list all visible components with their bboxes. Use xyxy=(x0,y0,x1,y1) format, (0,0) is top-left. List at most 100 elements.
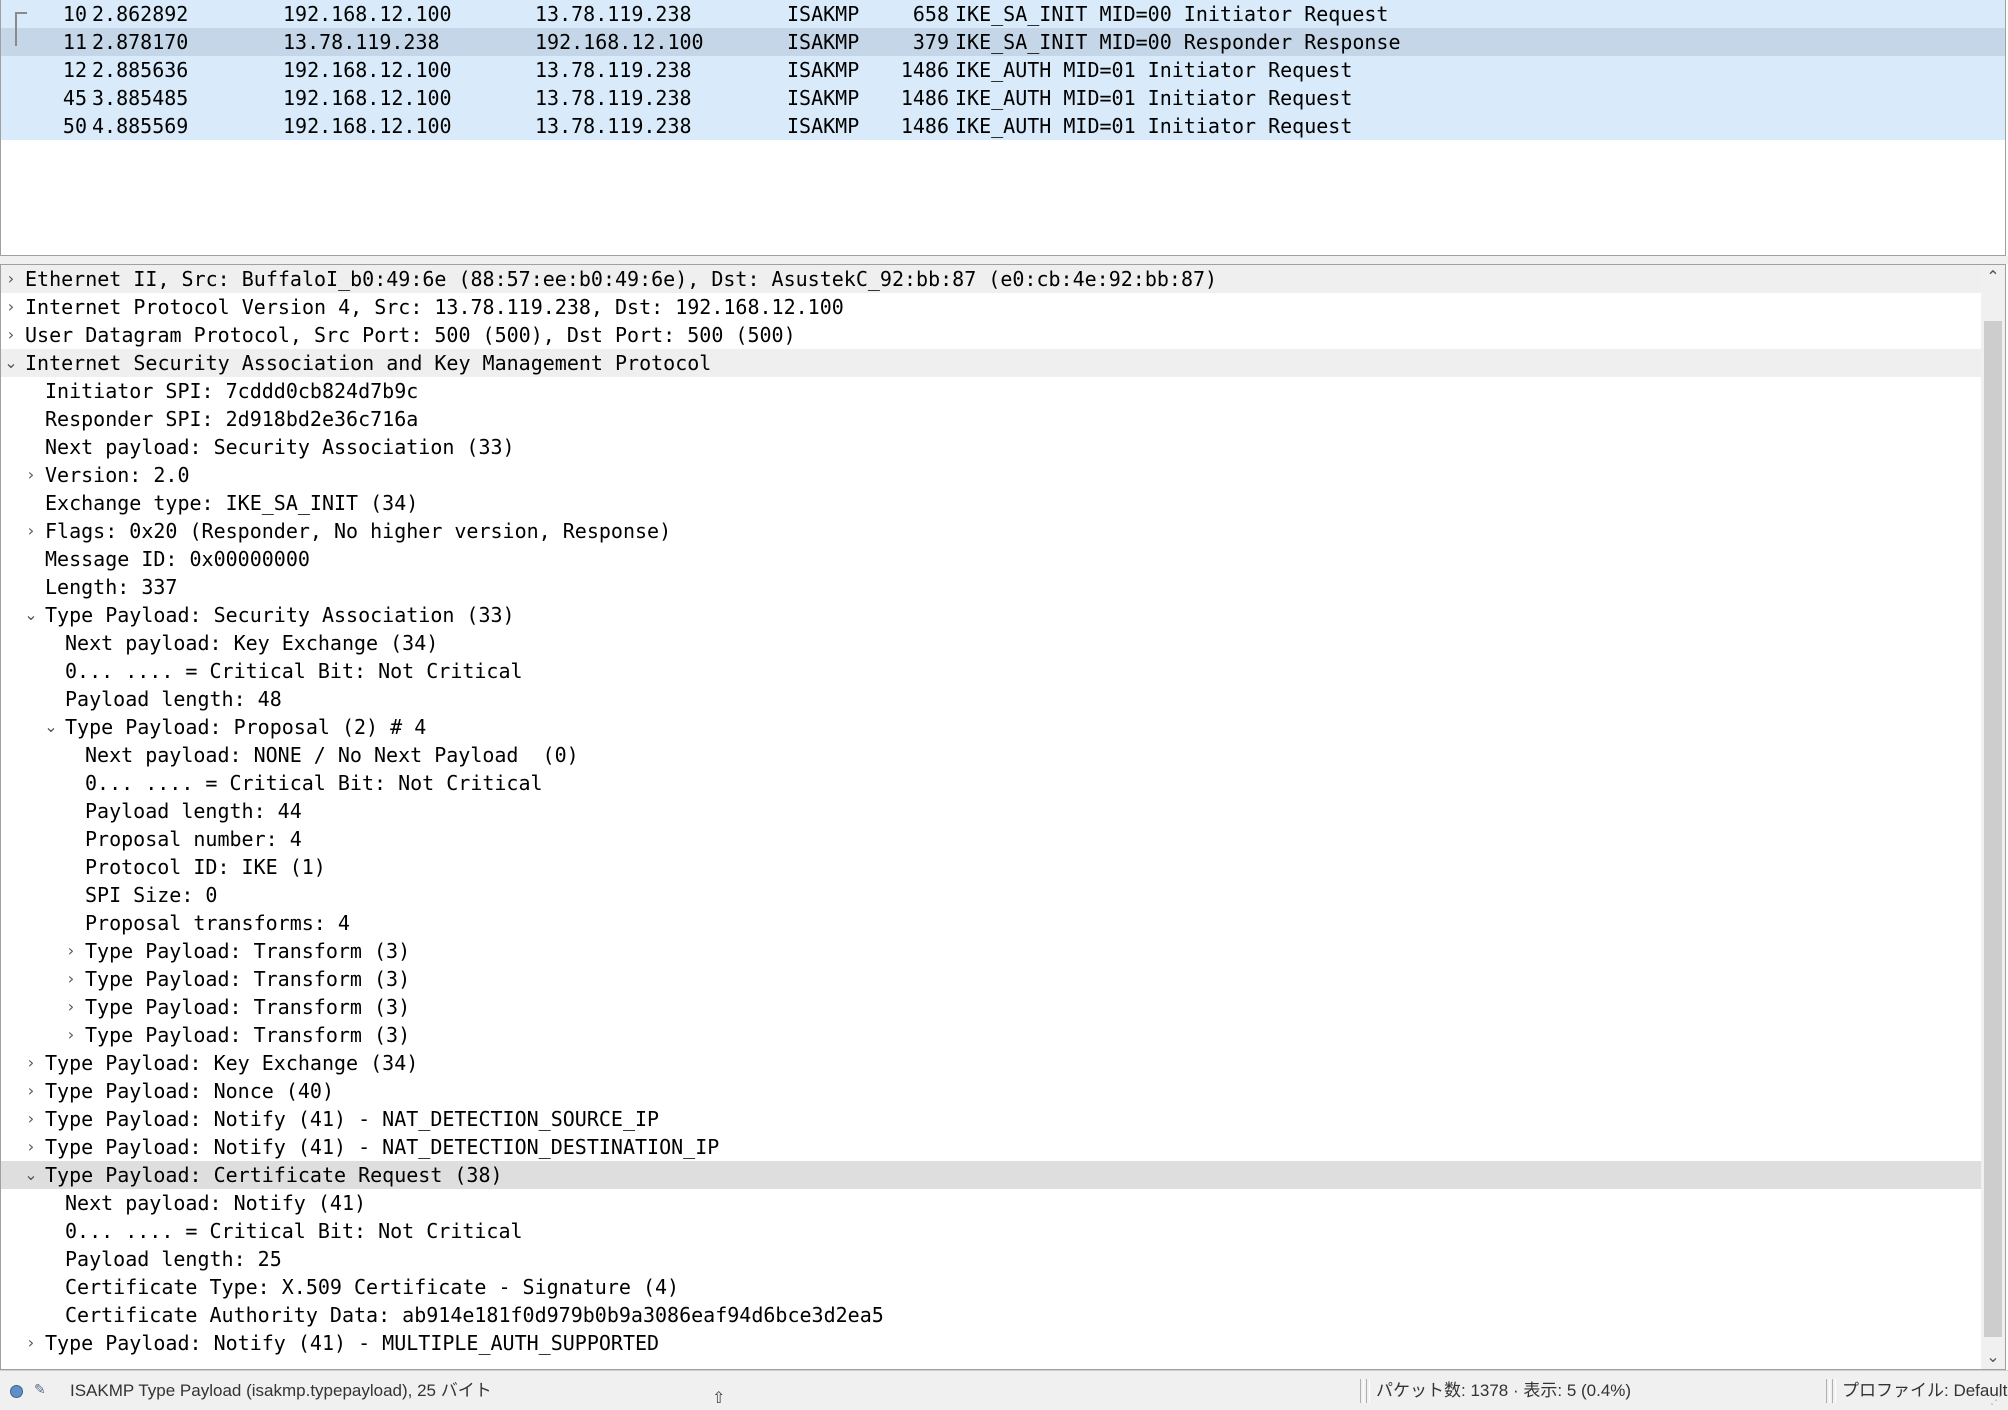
tree-item[interactable]: Certificate Type: X.509 Certificate - Si… xyxy=(1,1273,1981,1301)
chevron-right-icon[interactable]: › xyxy=(62,937,80,965)
chevron-right-icon[interactable]: › xyxy=(22,1049,40,1077)
packet-protocol: ISAKMP xyxy=(787,114,860,138)
tree-item[interactable]: Payload length: 25 xyxy=(1,1245,1981,1273)
tree-item[interactable]: Exchange type: IKE_SA_INIT (34) xyxy=(1,489,1981,517)
edit-comment-icon[interactable]: ✎ xyxy=(34,1380,52,1400)
tree-item-label: Type Payload: Nonce (40) xyxy=(45,1079,334,1103)
expert-info-led-icon[interactable] xyxy=(10,1385,23,1398)
packet-info: IKE_SA_INIT MID=00 Responder Response xyxy=(955,30,1401,54)
tree-item-proposal[interactable]: ⌄ Type Payload: Proposal (2) # 4 xyxy=(1,713,1981,741)
tree-item-isakmp[interactable]: ⌄ Internet Security Association and Key M… xyxy=(1,349,1981,377)
tree-item-label: Next payload: NONE / No Next Payload (0) xyxy=(85,743,579,767)
tree-item-label: Proposal transforms: 4 xyxy=(85,911,350,935)
tree-item[interactable]: Length: 337 xyxy=(1,573,1981,601)
packet-time: 2.885636 xyxy=(92,58,189,82)
tree-item-label: Type Payload: Notify (41) - NAT_DETECTIO… xyxy=(45,1107,660,1131)
chevron-right-icon[interactable]: › xyxy=(62,993,80,1021)
tree-item-transform[interactable]: › Type Payload: Transform (3) xyxy=(1,937,1981,965)
packet-destination: 13.78.119.238 xyxy=(535,114,692,138)
tree-item-label: Type Payload: Transform (3) xyxy=(85,1023,411,1047)
packet-row[interactable]: 12 2.885636 192.168.12.100 13.78.119.238… xyxy=(1,56,2005,84)
tree-item[interactable]: 0... .... = Critical Bit: Not Critical xyxy=(1,769,1981,797)
chevron-right-icon[interactable]: › xyxy=(2,265,20,293)
scrollbar-thumb[interactable] xyxy=(1984,321,2002,1337)
tree-item-notify[interactable]: › Type Payload: Notify (41) - NAT_DETECTI… xyxy=(1,1133,1981,1161)
tree-item-sa-payload[interactable]: ⌄ Type Payload: Security Association (33) xyxy=(1,601,1981,629)
packet-time: 3.885485 xyxy=(92,86,189,110)
tree-item-label: Internet Protocol Version 4, Src: 13.78.… xyxy=(25,295,844,319)
tree-item[interactable]: 0... .... = Critical Bit: Not Critical xyxy=(1,657,1981,685)
tree-item-key-exchange[interactable]: › Type Payload: Key Exchange (34) xyxy=(1,1049,1981,1077)
tree-item-nonce[interactable]: › Type Payload: Nonce (40) xyxy=(1,1077,1981,1105)
resize-grip-icon[interactable]: ⋰ xyxy=(1990,1393,2004,1407)
tree-item-label: Type Payload: Notify (41) - NAT_DETECTIO… xyxy=(45,1135,720,1159)
chevron-right-icon[interactable]: › xyxy=(62,965,80,993)
tree-item[interactable]: Next payload: Notify (41) xyxy=(1,1189,1981,1217)
chevron-down-icon[interactable]: ⌄ xyxy=(42,713,60,741)
tree-item-cert-request-selected[interactable]: ⌄ Type Payload: Certificate Request (38) xyxy=(1,1161,1981,1189)
chevron-right-icon[interactable]: › xyxy=(22,1105,40,1133)
chevron-right-icon[interactable]: › xyxy=(22,461,40,489)
tree-item[interactable]: Payload length: 44 xyxy=(1,797,1981,825)
packet-time: 4.885569 xyxy=(92,114,189,138)
tree-item-notify[interactable]: › Type Payload: Notify (41) - MULTIPLE_AU… xyxy=(1,1329,1981,1357)
status-profile[interactable]: プロファイル: Default xyxy=(1842,1371,2007,1410)
tree-item[interactable]: Next payload: NONE / No Next Payload (0) xyxy=(1,741,1981,769)
status-separator xyxy=(1826,1379,1830,1403)
packet-details-tree[interactable]: › Ethernet II, Src: BuffaloI_b0:49:6e (88… xyxy=(0,264,2006,1370)
packet-row[interactable]: 50 4.885569 192.168.12.100 13.78.119.238… xyxy=(1,112,2005,140)
chevron-down-icon[interactable]: ⌄ xyxy=(22,601,40,629)
chevron-right-icon[interactable]: › xyxy=(22,1329,40,1357)
packet-list[interactable]: 10 2.862892 192.168.12.100 13.78.119.238… xyxy=(0,0,2006,256)
tree-item-transform[interactable]: › Type Payload: Transform (3) xyxy=(1,965,1981,993)
chevron-right-icon[interactable]: › xyxy=(22,1077,40,1105)
scroll-down-arrow-icon[interactable]: ⌄ xyxy=(1981,1345,2005,1369)
tree-item-label: Proposal number: 4 xyxy=(85,827,302,851)
tree-item[interactable]: Proposal transforms: 4 xyxy=(1,909,1981,937)
vertical-scrollbar[interactable]: ⌃ ⌄ xyxy=(1981,265,2005,1369)
chevron-down-icon[interactable]: ⌄ xyxy=(22,1161,40,1189)
chevron-down-icon[interactable]: ⌄ xyxy=(2,349,20,377)
chevron-right-icon[interactable]: › xyxy=(2,321,20,349)
tree-item[interactable]: Responder SPI: 2d918bd2e36c716a xyxy=(1,405,1981,433)
tree-item-flags[interactable]: › Flags: 0x20 (Responder, No higher versi… xyxy=(1,517,1981,545)
tree-item-notify[interactable]: › Type Payload: Notify (41) - NAT_DETECTI… xyxy=(1,1105,1981,1133)
packet-info: IKE_AUTH MID=01 Initiator Request xyxy=(955,114,1353,138)
tree-item-ipv4[interactable]: › Internet Protocol Version 4, Src: 13.78… xyxy=(1,293,1981,321)
tree-item-transform[interactable]: › Type Payload: Transform (3) xyxy=(1,1021,1981,1049)
packet-length: 1486 xyxy=(900,114,949,138)
packet-info: IKE_AUTH MID=01 Initiator Request xyxy=(955,58,1353,82)
packet-source: 192.168.12.100 xyxy=(283,86,452,110)
tree-item[interactable]: Initiator SPI: 7cddd0cb824d7b9c xyxy=(1,377,1981,405)
tree-item[interactable]: SPI Size: 0 xyxy=(1,881,1981,909)
tree-item-label: Type Payload: Key Exchange (34) xyxy=(45,1051,419,1075)
tree-item-udp[interactable]: › User Datagram Protocol, Src Port: 500 (… xyxy=(1,321,1981,349)
tree-item[interactable]: Proposal number: 4 xyxy=(1,825,1981,853)
tree-item-label: Type Payload: Security Association (33) xyxy=(45,603,515,627)
tree-item[interactable]: Message ID: 0x00000000 xyxy=(1,545,1981,573)
pane-splitter[interactable] xyxy=(0,256,2008,264)
tree-item-label: Type Payload: Proposal (2) # 4 xyxy=(65,715,427,739)
tree-item[interactable]: Next payload: Key Exchange (34) xyxy=(1,629,1981,657)
packet-row[interactable]: 10 2.862892 192.168.12.100 13.78.119.238… xyxy=(1,0,2005,28)
tree-item[interactable]: Payload length: 48 xyxy=(1,685,1981,713)
chevron-right-icon[interactable]: › xyxy=(22,1133,40,1161)
tree-item-label: Payload length: 48 xyxy=(65,687,282,711)
tree-item-label: Type Payload: Transform (3) xyxy=(85,967,411,991)
tree-item-transform[interactable]: › Type Payload: Transform (3) xyxy=(1,993,1981,1021)
packet-protocol: ISAKMP xyxy=(787,2,860,26)
chevron-right-icon[interactable]: › xyxy=(22,517,40,545)
packet-row-selected[interactable]: 11 2.878170 13.78.119.238 192.168.12.100… xyxy=(1,28,2005,56)
chevron-right-icon[interactable]: › xyxy=(2,293,20,321)
tree-item-version[interactable]: › Version: 2.0 xyxy=(1,461,1981,489)
tree-item-label: User Datagram Protocol, Src Port: 500 (5… xyxy=(25,323,796,347)
tree-item[interactable]: 0... .... = Critical Bit: Not Critical xyxy=(1,1217,1981,1245)
chevron-right-icon[interactable]: › xyxy=(62,1021,80,1049)
tree-item[interactable]: Next payload: Security Association (33) xyxy=(1,433,1981,461)
tree-item[interactable]: Protocol ID: IKE (1) xyxy=(1,853,1981,881)
tree-item[interactable]: Certificate Authority Data: ab914e181f0d… xyxy=(1,1301,1981,1329)
scroll-up-arrow-icon[interactable]: ⌃ xyxy=(1981,265,2005,289)
packet-row[interactable]: 45 3.885485 192.168.12.100 13.78.119.238… xyxy=(1,84,2005,112)
packet-no: 12 xyxy=(62,58,87,82)
tree-item-ethernet[interactable]: › Ethernet II, Src: BuffaloI_b0:49:6e (88… xyxy=(1,265,1981,293)
